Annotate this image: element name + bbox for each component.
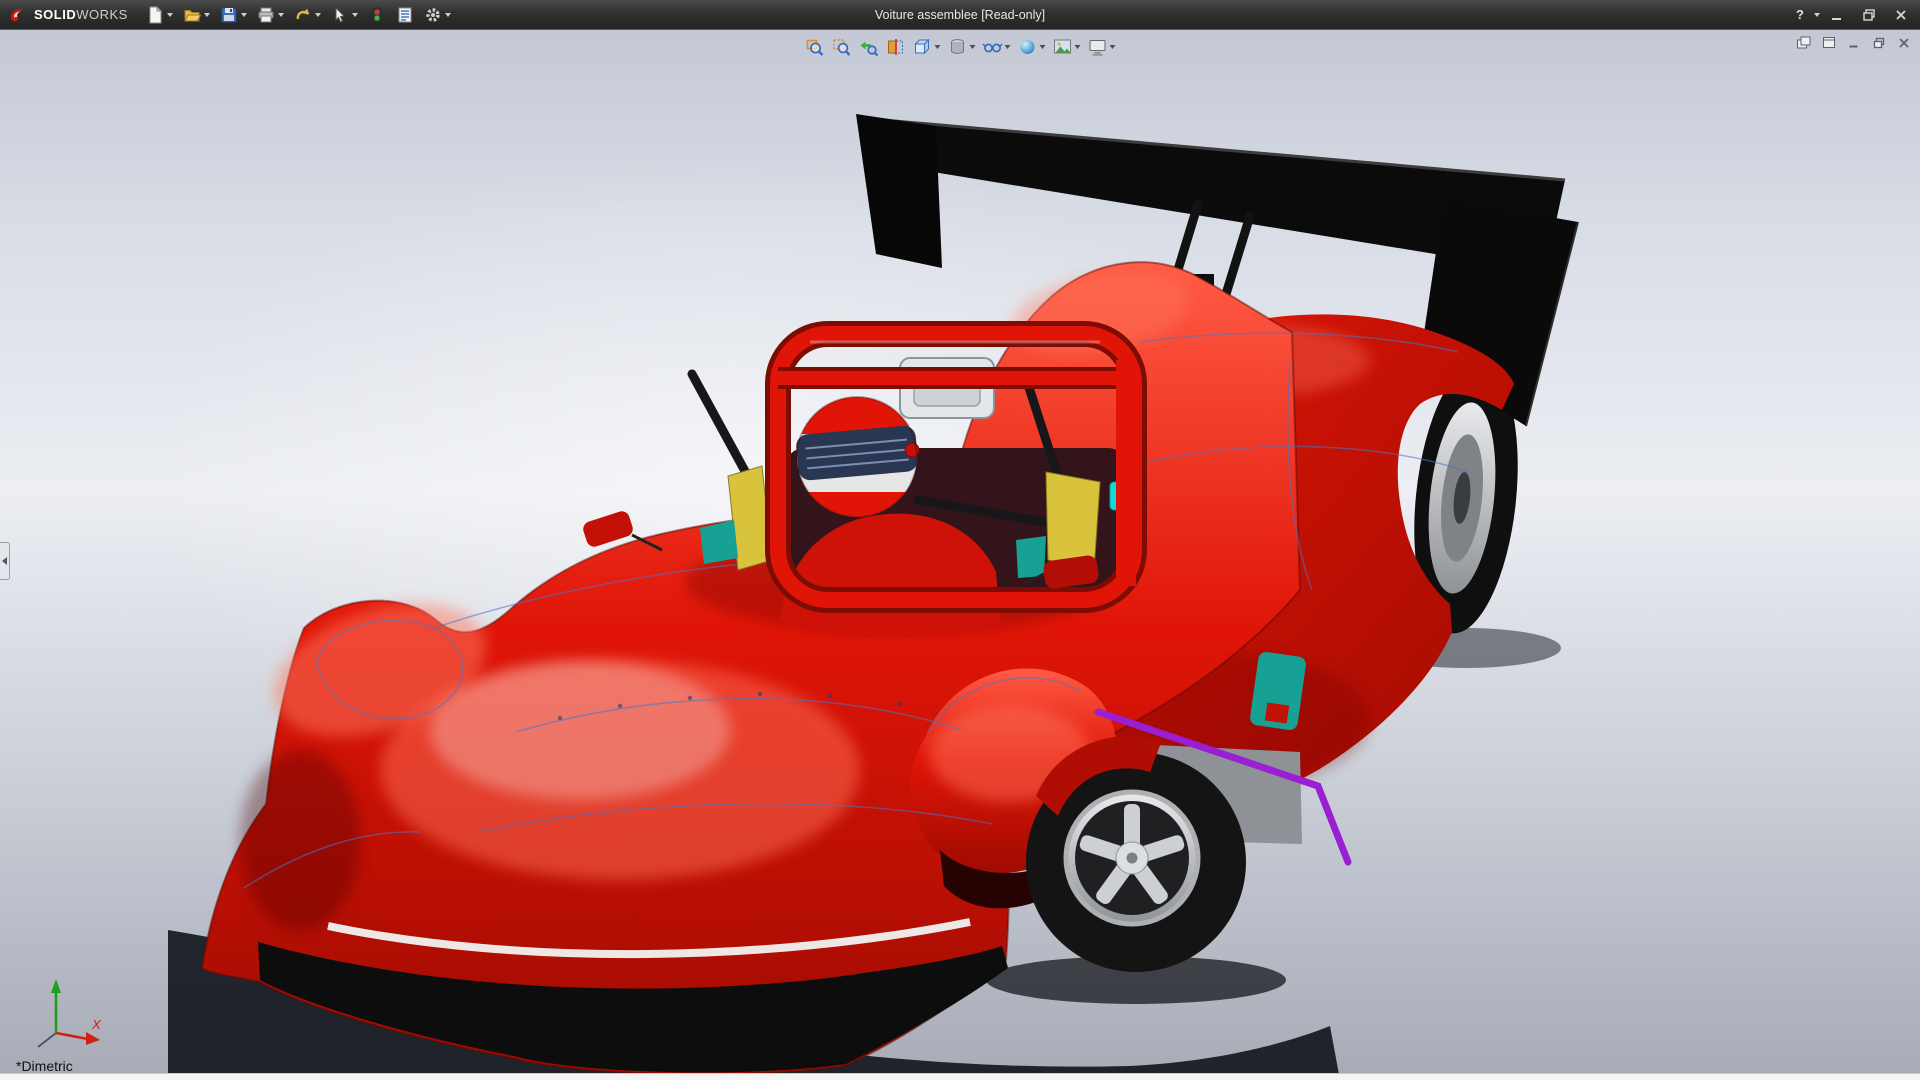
window-button[interactable] bbox=[1819, 34, 1839, 51]
save-caret[interactable] bbox=[241, 13, 247, 17]
rebuild-traffic-light-icon bbox=[368, 6, 386, 24]
options-button[interactable] bbox=[420, 3, 455, 27]
print-caret[interactable] bbox=[278, 13, 284, 17]
document-window-controls bbox=[1794, 34, 1914, 51]
close-icon bbox=[1895, 9, 1907, 21]
help-button[interactable]: ? bbox=[1788, 4, 1812, 26]
save-button[interactable] bbox=[216, 3, 251, 27]
section-view-button[interactable] bbox=[884, 35, 908, 59]
view-orientation-caret[interactable] bbox=[935, 45, 941, 49]
brand-text: SOLIDWORKS bbox=[34, 7, 128, 22]
select-button[interactable] bbox=[327, 3, 362, 27]
display-style-caret[interactable] bbox=[970, 45, 976, 49]
file-properties-icon bbox=[396, 6, 414, 24]
close-button[interactable] bbox=[1886, 4, 1916, 26]
triad-x-label: X bbox=[91, 1017, 102, 1032]
open-folder-icon bbox=[183, 6, 201, 24]
apply-scene-button[interactable] bbox=[1051, 35, 1083, 59]
apply-scene-icon bbox=[1053, 37, 1073, 57]
view-settings-button[interactable] bbox=[1086, 35, 1118, 59]
new-document-icon bbox=[146, 6, 164, 24]
cascade-windows-icon bbox=[1796, 36, 1812, 50]
edit-appearance-icon bbox=[1018, 37, 1038, 57]
help-caret[interactable] bbox=[1814, 13, 1820, 17]
triad-y-axis bbox=[51, 979, 61, 993]
edit-appearance-caret[interactable] bbox=[1040, 45, 1046, 49]
open-caret[interactable] bbox=[204, 13, 210, 17]
doc-minimize-button[interactable] bbox=[1844, 34, 1864, 51]
options-caret[interactable] bbox=[445, 13, 451, 17]
brand-solid: SOLID bbox=[34, 7, 76, 22]
options-gear-icon bbox=[424, 6, 442, 24]
section-view-icon bbox=[886, 37, 906, 57]
brand-works: WORKS bbox=[76, 7, 128, 22]
rebuild-button[interactable] bbox=[364, 3, 390, 27]
new-document-button[interactable] bbox=[142, 3, 177, 27]
zoom-to-fit-button[interactable] bbox=[803, 35, 827, 59]
view-settings-caret[interactable] bbox=[1110, 45, 1116, 49]
edit-appearance-button[interactable] bbox=[1016, 35, 1048, 59]
doc-close-icon bbox=[1898, 37, 1910, 49]
view-orientation-cube-icon bbox=[913, 37, 933, 57]
hide-show-items-button[interactable] bbox=[981, 35, 1013, 59]
doc-restore-icon bbox=[1873, 37, 1885, 49]
file-properties-button[interactable] bbox=[392, 3, 418, 27]
maximize-button[interactable] bbox=[1854, 4, 1884, 26]
headsup-view-toolbar bbox=[797, 33, 1124, 61]
hide-show-items-caret[interactable] bbox=[1005, 45, 1011, 49]
reference-triad: X bbox=[8, 967, 108, 1062]
previous-view-button[interactable] bbox=[857, 35, 881, 59]
car-model[interactable] bbox=[0, 30, 1920, 1080]
left-mirror[interactable] bbox=[581, 509, 662, 550]
graphics-viewport[interactable]: X *Dimetric bbox=[0, 30, 1920, 1080]
status-bar bbox=[0, 1073, 1920, 1080]
help-glyph: ? bbox=[1796, 7, 1804, 22]
view-settings-icon bbox=[1088, 37, 1108, 57]
undo-icon bbox=[294, 6, 312, 24]
select-cursor-icon bbox=[331, 6, 349, 24]
window-controls: ? bbox=[1788, 0, 1920, 29]
undo-button[interactable] bbox=[290, 3, 325, 27]
title-bar[interactable]: SOLIDWORKS bbox=[0, 0, 1920, 30]
view-orientation-label: *Dimetric bbox=[16, 1058, 73, 1074]
hide-show-items-icon bbox=[983, 37, 1003, 57]
zoom-to-area-button[interactable] bbox=[830, 35, 854, 59]
window-title: Voiture assemblee [Read-only] bbox=[875, 0, 1045, 30]
triad-x-axis bbox=[86, 1032, 100, 1045]
main-toolbar bbox=[142, 0, 455, 29]
chevron-left-icon bbox=[2, 557, 7, 565]
solidworks-brand: SOLIDWORKS bbox=[0, 0, 142, 29]
yellow-panel-right bbox=[1046, 472, 1100, 570]
previous-view-icon bbox=[859, 37, 879, 57]
open-button[interactable] bbox=[179, 3, 214, 27]
minimize-icon bbox=[1831, 9, 1843, 21]
doc-restore-button[interactable] bbox=[1869, 34, 1889, 51]
save-icon bbox=[220, 6, 238, 24]
taskpane-collapse-tab[interactable] bbox=[0, 542, 10, 580]
solidworks-logo-icon bbox=[8, 5, 28, 25]
doc-minimize-icon bbox=[1848, 37, 1860, 49]
print-icon bbox=[257, 6, 275, 24]
zoom-to-area-icon bbox=[832, 37, 852, 57]
display-style-icon bbox=[948, 37, 968, 57]
window-icon bbox=[1822, 36, 1836, 49]
restore-icon bbox=[1863, 9, 1875, 21]
display-style-button[interactable] bbox=[946, 35, 978, 59]
minimize-button[interactable] bbox=[1822, 4, 1852, 26]
doc-close-button[interactable] bbox=[1894, 34, 1914, 51]
undo-caret[interactable] bbox=[315, 13, 321, 17]
new-document-caret[interactable] bbox=[167, 13, 173, 17]
apply-scene-caret[interactable] bbox=[1075, 45, 1081, 49]
cascade-windows-button[interactable] bbox=[1794, 34, 1814, 51]
print-button[interactable] bbox=[253, 3, 288, 27]
zoom-to-fit-icon bbox=[805, 37, 825, 57]
teal-panel-right bbox=[1016, 536, 1046, 578]
view-orientation-button[interactable] bbox=[911, 35, 943, 59]
solidworks-window: SOLIDWORKS bbox=[0, 0, 1920, 1080]
select-caret[interactable] bbox=[352, 13, 358, 17]
